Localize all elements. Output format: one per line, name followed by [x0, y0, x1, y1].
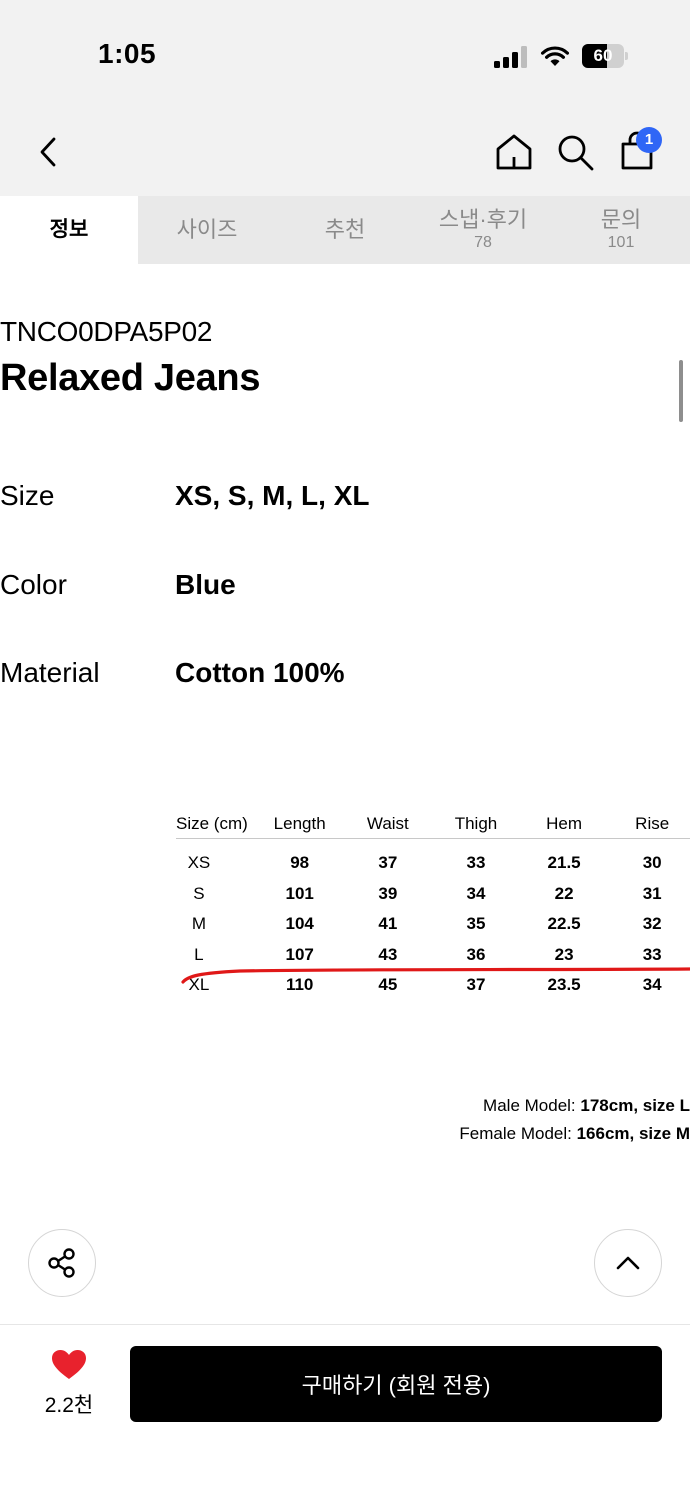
female-model-height: 166cm: [576, 1124, 630, 1143]
male-model-size: , size L: [633, 1096, 690, 1115]
share-icon: [48, 1248, 75, 1278]
heart-icon: [52, 1350, 86, 1379]
top-nav-bar: [0, 110, 690, 196]
column-header: Length: [255, 810, 344, 839]
tab-info[interactable]: 정보: [0, 196, 138, 264]
spec-value: Cotton 100%: [175, 657, 345, 688]
tab-label: 정보: [49, 218, 89, 241]
table-cell: 31: [642, 883, 662, 903]
buy-button[interactable]: 구매하기 (회원 전용): [130, 1346, 662, 1422]
product-code: TNCO0DPA5P02: [0, 316, 213, 347]
tab-label: 추천: [324, 217, 366, 242]
column-header: Rise: [608, 810, 690, 839]
size-cell: M: [191, 914, 206, 934]
female-model-info: Female Model: 166cm, size M: [459, 1124, 690, 1144]
table-cell: 101: [285, 883, 314, 903]
table-row: XL 110 45 37 23.5 34: [176, 970, 690, 1001]
tab-count: 101: [607, 234, 635, 251]
search-icon[interactable]: [553, 130, 597, 174]
table-row: L 107 43 36 23 33: [176, 940, 690, 971]
table-cell: 41: [378, 914, 398, 934]
table-cell: 30: [642, 853, 662, 873]
bottom-purchase-bar: 2.2천 구매하기 (회원 전용): [0, 1324, 690, 1500]
wifi-icon: [541, 46, 569, 66]
male-model-label: Male Model:: [483, 1096, 581, 1115]
table-cell: 104: [285, 914, 314, 934]
table-cell: 23: [554, 944, 574, 964]
battery-icon: 60: [582, 44, 628, 68]
cellular-signal-icon: [494, 46, 528, 68]
size-chart-header-row: Size (cm) Length Waist Thigh Hem Rise: [176, 810, 690, 839]
table-cell: 23.5: [547, 975, 581, 995]
product-tabs: 정보 사이즈 추천 스냅·후기 78 문의 101: [0, 196, 690, 264]
table-cell: 35: [466, 914, 486, 934]
size-cell: XS: [187, 853, 211, 873]
tab-label: 사이즈: [176, 217, 238, 242]
table-cell: 36: [466, 944, 486, 964]
status-time: 1:05: [98, 38, 157, 69]
table-cell: 110: [285, 975, 314, 995]
spec-row-material: Material Cotton 100%: [0, 657, 690, 697]
status-bar: 1:05 60: [0, 0, 690, 110]
spec-value: XS, S, M, L, XL: [175, 480, 370, 511]
spec-key: Material: [0, 657, 100, 688]
table-cell: 22: [554, 883, 574, 903]
female-model-label: Female Model:: [459, 1124, 577, 1143]
size-cell: S: [193, 883, 205, 903]
column-header: Waist: [343, 810, 433, 839]
table-row: M 104 41 35 22.5 32: [176, 909, 690, 940]
table-cell: 98: [290, 853, 310, 873]
table-cell: 107: [285, 944, 314, 964]
tab-size[interactable]: 사이즈: [138, 196, 276, 264]
table-cell: 33: [466, 853, 486, 873]
table-row: XS 98 37 33 21.5 30: [176, 848, 690, 879]
tab-snap-reviews[interactable]: 스냅·후기 78: [414, 196, 552, 264]
tab-inquiry[interactable]: 문의 101: [552, 196, 690, 264]
chevron-up-icon: [616, 1256, 640, 1270]
product-name: Relaxed Jeans: [0, 357, 261, 399]
battery-percent: 60: [593, 46, 613, 65]
column-header: Hem: [519, 810, 609, 839]
tab-recommend[interactable]: 추천: [276, 196, 414, 264]
tab-count: 78: [474, 234, 492, 251]
column-header: Thigh: [432, 810, 520, 839]
spec-key: Color: [0, 569, 67, 600]
scroll-to-top-button[interactable]: [594, 1229, 662, 1297]
back-arrow-icon[interactable]: [28, 130, 72, 174]
table-cell: 32: [642, 914, 662, 934]
table-cell: 33: [642, 944, 662, 964]
home-icon[interactable]: [492, 130, 536, 174]
spec-key: Size: [0, 480, 55, 511]
spec-row-color: Color Blue: [0, 569, 690, 609]
size-chart: Size (cm) Length Waist Thigh Hem Rise XS…: [176, 810, 690, 1001]
table-cell: 21.5: [547, 853, 581, 873]
table-cell: 43: [378, 944, 398, 964]
tab-label: 스냅·후기: [438, 207, 528, 232]
cart-count-badge: 1: [636, 127, 662, 153]
table-cell: 34: [642, 975, 662, 995]
size-cell: L: [194, 944, 204, 964]
table-cell: 34: [466, 883, 486, 903]
scrollbar[interactable]: [679, 360, 683, 422]
size-cell: XL: [188, 975, 210, 995]
table-cell: 39: [378, 883, 398, 903]
male-model-height: 178cm: [580, 1096, 634, 1115]
column-header: Size (cm): [176, 810, 256, 839]
table-row: S 101 39 34 22 31: [176, 879, 690, 910]
female-model-size: , size M: [629, 1124, 690, 1143]
table-cell: 22.5: [547, 914, 581, 934]
table-cell: 45: [378, 975, 398, 995]
table-cell: 37: [466, 975, 486, 995]
tab-label: 문의: [600, 207, 642, 232]
male-model-info: Male Model: 178cm, size L: [483, 1096, 690, 1116]
like-count: 2.2천: [44, 1394, 94, 1417]
spec-row-size: Size XS, S, M, L, XL: [0, 480, 690, 520]
spec-value: Blue: [175, 569, 236, 600]
table-cell: 37: [378, 853, 398, 873]
share-button[interactable]: [28, 1229, 96, 1297]
